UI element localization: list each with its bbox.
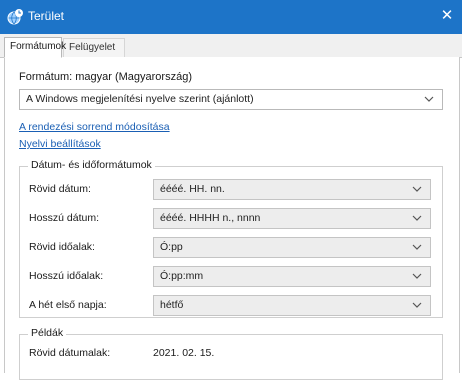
first-day-label: A hét első napja: bbox=[29, 299, 107, 311]
chevron-down-icon bbox=[412, 215, 422, 221]
example-short-date-value: 2021. 02. 15. bbox=[153, 347, 215, 359]
datetime-group-legend: Dátum- és időformátumok bbox=[28, 159, 155, 171]
first-day-dropdown[interactable]: hétfő bbox=[153, 295, 431, 316]
long-date-label: Hosszú dátum: bbox=[29, 212, 100, 224]
examples-group-legend: Példák bbox=[28, 327, 67, 339]
long-time-value: Ó:pp:mm bbox=[160, 270, 204, 282]
long-date-dropdown[interactable]: éééé. HHHH n., nnnn bbox=[153, 208, 431, 229]
short-date-label: Rövid dátum: bbox=[29, 183, 91, 195]
datetime-formats-group: Dátum- és időformátumok Rövid dátum: ééé… bbox=[19, 159, 443, 318]
short-time-label: Rövid időalak: bbox=[29, 241, 95, 253]
chevron-down-icon bbox=[412, 302, 422, 308]
close-button[interactable]: ✕ bbox=[432, 0, 462, 34]
close-icon: ✕ bbox=[440, 7, 454, 24]
tab-strip: Formátumok Felügyelet bbox=[0, 34, 462, 58]
long-time-dropdown[interactable]: Ó:pp:mm bbox=[153, 266, 431, 287]
short-time-dropdown[interactable]: Ó:pp bbox=[153, 237, 431, 258]
chevron-down-icon bbox=[412, 186, 422, 192]
title-bar: Terület ✕ bbox=[0, 0, 462, 34]
examples-group: Példák Rövid dátumalak: 2021. 02. 15. bbox=[19, 327, 443, 380]
chevron-down-icon bbox=[412, 244, 422, 250]
short-time-value: Ó:pp bbox=[160, 241, 183, 253]
tab-formats[interactable]: Formátumok bbox=[4, 37, 66, 58]
globe-clock-icon bbox=[7, 9, 23, 25]
chevron-down-icon bbox=[424, 96, 434, 102]
format-dropdown[interactable]: A Windows megjelenítési nyelve szerint (… bbox=[19, 89, 443, 110]
long-date-value: éééé. HHHH n., nnnn bbox=[160, 212, 261, 224]
long-time-label: Hosszú időalak: bbox=[29, 270, 104, 282]
example-short-date-label: Rövid dátumalak: bbox=[29, 347, 111, 359]
format-dropdown-value: A Windows megjelenítési nyelve szerint (… bbox=[26, 93, 254, 105]
short-date-value: éééé. HH. nn. bbox=[160, 183, 225, 195]
window-title: Terület bbox=[28, 9, 65, 23]
formats-panel: Formátum: magyar (Magyarország) A Window… bbox=[4, 57, 460, 380]
short-date-dropdown[interactable]: éééé. HH. nn. bbox=[153, 179, 431, 200]
language-settings-link[interactable]: Nyelvi beállítások bbox=[19, 138, 101, 150]
sort-order-link[interactable]: A rendezési sorrend módosítása bbox=[19, 121, 170, 133]
chevron-down-icon bbox=[412, 273, 422, 279]
format-label: Formátum: magyar (Magyarország) bbox=[19, 71, 192, 83]
first-day-value: hétfő bbox=[160, 299, 184, 311]
tab-administrative[interactable]: Felügyelet bbox=[63, 38, 125, 57]
